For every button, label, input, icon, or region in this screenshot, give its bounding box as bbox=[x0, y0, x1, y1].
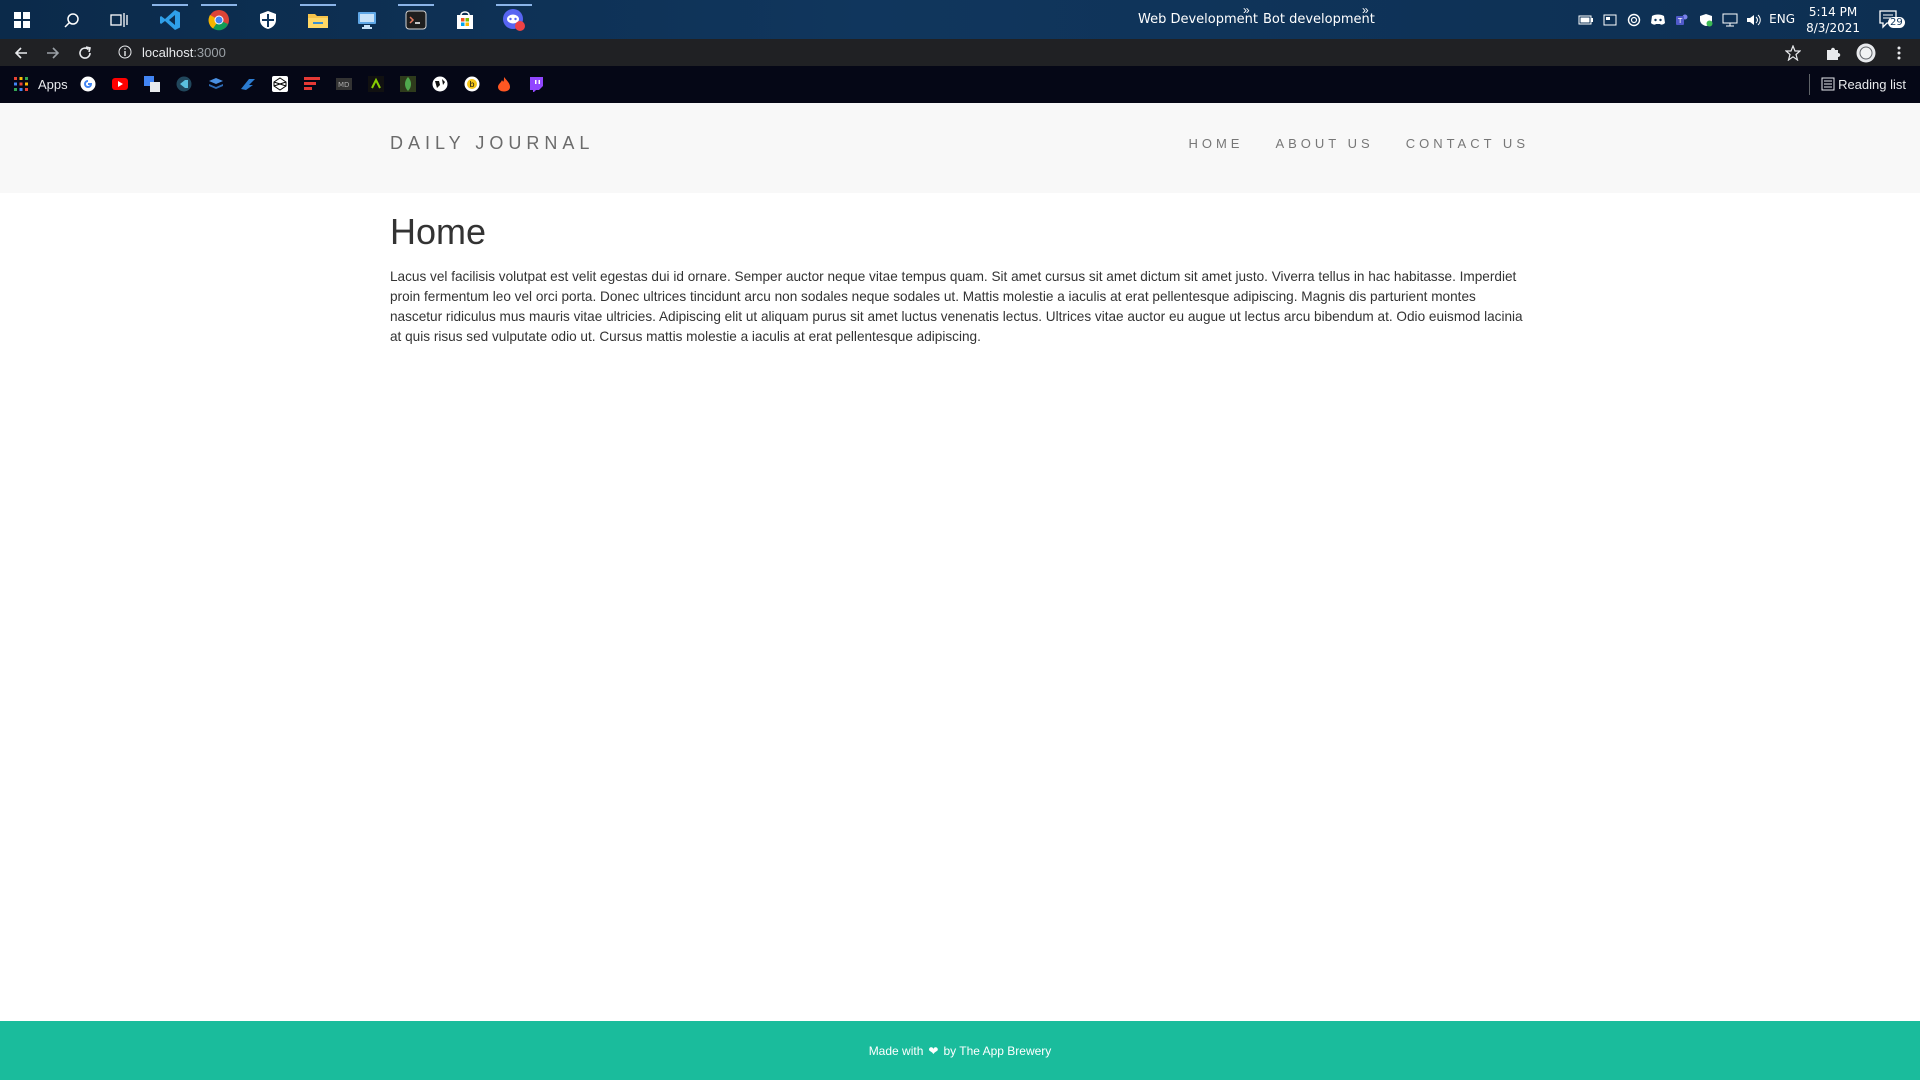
browser-toolbar: localhost:3000 bbox=[0, 39, 1920, 66]
toolbar-chevron-icon[interactable]: » bbox=[1362, 3, 1369, 17]
svg-text:MD: MD bbox=[338, 81, 349, 89]
teams-icon[interactable]: T bbox=[1674, 12, 1690, 28]
reading-list-icon[interactable] bbox=[1820, 76, 1836, 92]
site-nav: HOME ABOUT US CONTACT US bbox=[1156, 136, 1529, 151]
svg-text:T: T bbox=[1677, 17, 1683, 25]
security-icon[interactable] bbox=[1698, 12, 1714, 28]
back-arrow-icon[interactable] bbox=[10, 42, 32, 64]
terminal-icon[interactable] bbox=[396, 4, 436, 36]
site-info-icon[interactable] bbox=[118, 45, 132, 64]
notification-count: 29 bbox=[1888, 17, 1905, 28]
page-title: Home bbox=[390, 211, 487, 252]
windows-taskbar: Web Development » Bot development » T EN… bbox=[0, 0, 1920, 39]
volume-icon[interactable] bbox=[1746, 12, 1762, 28]
red-stack-bookmark-icon[interactable] bbox=[304, 76, 320, 92]
toolbar-link-web-development[interactable]: Web Development bbox=[1138, 12, 1258, 27]
menu-kebab-icon[interactable] bbox=[1888, 42, 1910, 64]
translate-bookmark-icon[interactable] bbox=[144, 76, 160, 92]
footer-suffix: by The App Brewery bbox=[943, 1043, 1052, 1058]
clock-date: 8/3/2021 bbox=[1806, 21, 1860, 35]
site-navbar: DAILY JOURNAL HOME ABOUT US CONTACT US bbox=[0, 103, 1920, 193]
bookmarks-separator bbox=[1809, 74, 1810, 95]
task-view-icon[interactable] bbox=[99, 4, 139, 36]
reading-list-label[interactable]: Reading list bbox=[1838, 77, 1906, 92]
nav-home-link[interactable]: HOME bbox=[1188, 136, 1243, 151]
vscode-icon[interactable] bbox=[150, 4, 190, 36]
chrome-icon[interactable] bbox=[199, 4, 239, 36]
main-content: Home Lacus vel facilisis volutpat est ve… bbox=[390, 211, 1530, 347]
nav-about-link[interactable]: ABOUT US bbox=[1275, 136, 1373, 151]
toolbar-chevron-icon[interactable]: » bbox=[1243, 3, 1250, 17]
footer-text: Made with ❤ by The App Brewery bbox=[869, 1044, 1052, 1058]
discord-tray-icon[interactable] bbox=[1650, 12, 1666, 28]
network-icon[interactable] bbox=[1722, 12, 1738, 28]
sync-icon[interactable] bbox=[1626, 12, 1642, 28]
twitch-bookmark-icon[interactable] bbox=[528, 76, 544, 92]
remote-desktop-icon[interactable] bbox=[347, 4, 387, 36]
battery-icon[interactable] bbox=[1578, 12, 1594, 28]
svg-text:b: b bbox=[470, 80, 475, 89]
notification-center-icon[interactable]: 29 bbox=[1878, 8, 1905, 32]
web-page: DAILY JOURNAL HOME ABOUT US CONTACT US H… bbox=[0, 103, 1920, 1080]
youtube-bookmark-icon[interactable] bbox=[112, 76, 128, 92]
extensions-puzzle-icon[interactable] bbox=[1822, 42, 1844, 64]
bird-bookmark-icon[interactable] bbox=[240, 76, 256, 92]
app-tray-icon[interactable] bbox=[1602, 12, 1618, 28]
file-explorer-icon[interactable] bbox=[298, 4, 338, 36]
greensock-bookmark-icon[interactable] bbox=[368, 76, 384, 92]
discord-app-icon[interactable] bbox=[494, 4, 534, 36]
media-bookmark-icon[interactable]: MD bbox=[336, 76, 352, 92]
windows-start-icon[interactable] bbox=[2, 4, 42, 36]
vscode-bookmark-icon[interactable] bbox=[176, 76, 192, 92]
shield-icon[interactable] bbox=[248, 4, 288, 36]
bookmarks-bar: Apps MD b Reading list bbox=[0, 66, 1920, 103]
url-text[interactable]: localhost:3000 bbox=[142, 45, 226, 60]
bookmark-star-icon[interactable] bbox=[1782, 42, 1804, 64]
codepen-bookmark-icon[interactable] bbox=[272, 76, 288, 92]
search-icon[interactable] bbox=[52, 4, 92, 36]
nav-contact-link[interactable]: CONTACT US bbox=[1406, 136, 1529, 151]
reload-icon[interactable] bbox=[74, 42, 96, 64]
toolbar-link-bot-development[interactable]: Bot development bbox=[1263, 12, 1375, 27]
apps-bookmark-label[interactable]: Apps bbox=[38, 77, 68, 92]
url-host: localhost bbox=[142, 45, 194, 60]
google-bookmark-icon[interactable] bbox=[80, 76, 96, 92]
forward-arrow-icon[interactable] bbox=[42, 42, 64, 64]
mongodb-bookmark-icon[interactable] bbox=[400, 76, 416, 92]
microsoft-store-icon[interactable] bbox=[445, 4, 485, 36]
clock-time: 5:14 PM bbox=[1808, 5, 1858, 19]
heart-icon: ❤ bbox=[928, 1043, 939, 1058]
language-indicator[interactable]: ENG bbox=[1769, 12, 1795, 26]
stack-bookmark-icon[interactable] bbox=[208, 76, 224, 92]
site-footer: Made with ❤ by The App Brewery bbox=[0, 1021, 1920, 1080]
b-bookmark-icon[interactable]: b bbox=[464, 76, 480, 92]
apps-grid-icon[interactable] bbox=[13, 76, 29, 92]
footer-prefix: Made with bbox=[868, 1043, 924, 1058]
address-bar[interactable]: localhost:3000 bbox=[110, 41, 1790, 64]
site-brand[interactable]: DAILY JOURNAL bbox=[390, 133, 594, 154]
flame-bookmark-icon[interactable] bbox=[496, 76, 512, 92]
system-clock[interactable]: 5:14 PM 8/3/2021 bbox=[1806, 4, 1860, 36]
profile-avatar-icon[interactable] bbox=[1855, 42, 1877, 64]
globe-bookmark-icon[interactable] bbox=[432, 76, 448, 92]
url-port: :3000 bbox=[193, 45, 226, 60]
page-body-text: Lacus vel facilisis volutpat est velit e… bbox=[390, 269, 1523, 344]
system-tray: T bbox=[1570, 0, 1762, 39]
